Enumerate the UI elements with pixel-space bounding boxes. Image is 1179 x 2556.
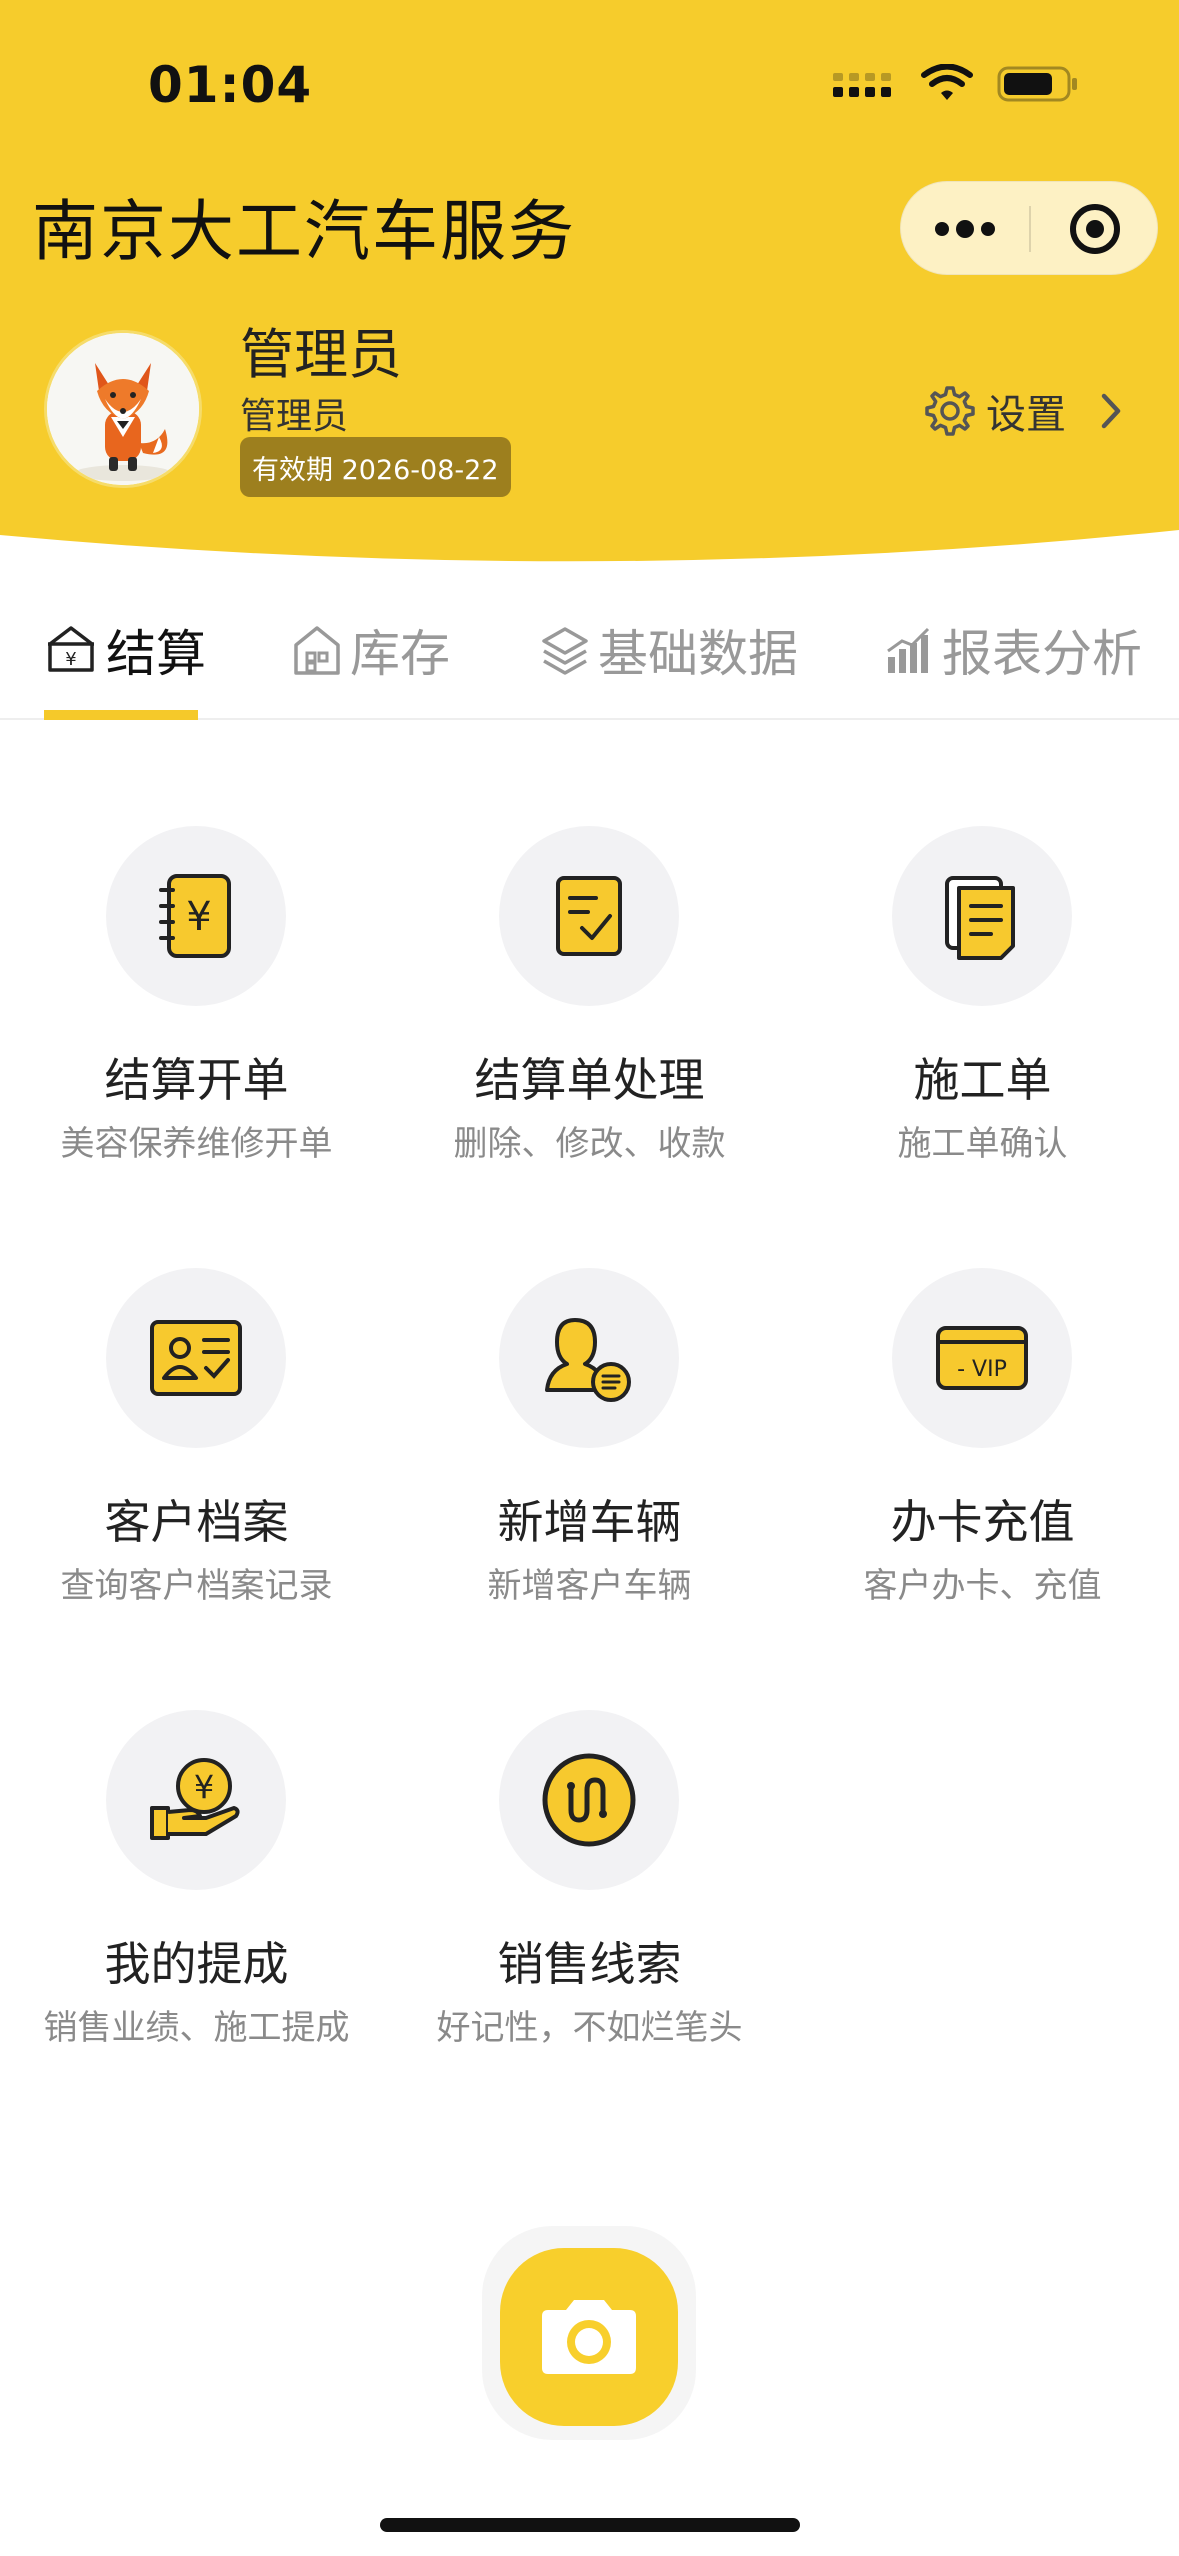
menu-subtitle: 好记性，不如烂笔头 bbox=[436, 2008, 743, 2048]
user-name: 管理员 bbox=[240, 323, 402, 386]
menu-subtitle: 美容保养维修开单 bbox=[60, 1124, 333, 1164]
route-icon bbox=[542, 1753, 636, 1847]
mini-program-capsule bbox=[900, 181, 1158, 275]
wifi-icon bbox=[921, 64, 973, 100]
menu-subtitle: 新增客户车辆 bbox=[487, 1566, 692, 1606]
menu-icon-circle bbox=[892, 826, 1072, 1006]
menu-title: 我的提成 bbox=[104, 1937, 289, 1991]
yen-notebook-icon: ¥ bbox=[159, 874, 231, 958]
menu-item-add-vehicle[interactable]: 新增车辆 新增客户车辆 bbox=[393, 1268, 786, 1648]
svg-text:¥: ¥ bbox=[194, 1768, 214, 1806]
camera-icon bbox=[542, 2300, 636, 2374]
svg-text:¥: ¥ bbox=[65, 649, 76, 670]
menu-subtitle: 销售业绩、施工提成 bbox=[43, 2008, 350, 2048]
menu-title: 结算单处理 bbox=[474, 1053, 705, 1107]
menu-subtitle: 施工单确认 bbox=[897, 1124, 1068, 1164]
menu-icon-circle: ¥ bbox=[106, 826, 286, 1006]
tab-settlement[interactable]: ¥ 结算 bbox=[44, 600, 206, 700]
menu-title: 销售线索 bbox=[497, 1937, 682, 1991]
tab-bar: ¥ 结算 库存 基础数据 报表分析 bbox=[0, 570, 1179, 720]
settings-label: 设置 bbox=[986, 392, 1066, 438]
menu-title: 结算开单 bbox=[104, 1053, 289, 1107]
menu-item-sales-leads[interactable]: 销售线索 好记性，不如烂笔头 bbox=[393, 1710, 786, 2090]
cashier-icon: ¥ bbox=[48, 626, 94, 672]
menu-item-my-commission[interactable]: ¥ 我的提成 销售业绩、施工提成 bbox=[0, 1710, 393, 2090]
menu-item-customer-records[interactable]: 客户档案 查询客户档案记录 bbox=[0, 1268, 393, 1648]
camera-button[interactable] bbox=[500, 2248, 678, 2426]
chevron-right-icon bbox=[1101, 393, 1121, 429]
avatar[interactable] bbox=[44, 330, 202, 488]
bar-chart-icon bbox=[887, 627, 930, 673]
menu-icon-circle bbox=[499, 1710, 679, 1890]
status-icons bbox=[831, 64, 1079, 104]
tab-label: 报表分析 bbox=[942, 625, 1142, 683]
checklist-icon bbox=[556, 876, 622, 956]
fox-avatar-icon bbox=[47, 333, 199, 485]
menu-subtitle: 客户办卡、充值 bbox=[863, 1566, 1102, 1606]
menu-title: 新增车辆 bbox=[497, 1495, 682, 1549]
id-card-icon bbox=[150, 1320, 242, 1396]
page-title: 南京大工汽车服务 bbox=[32, 193, 576, 270]
menu-title: 施工单 bbox=[913, 1053, 1052, 1107]
capsule-close-button[interactable] bbox=[1031, 182, 1159, 276]
tab-label: 库存 bbox=[350, 625, 450, 683]
menu-icon-circle bbox=[499, 1268, 679, 1448]
layers-icon bbox=[542, 627, 588, 675]
validity-badge: 有效期 2026-08-22 bbox=[240, 437, 511, 497]
menu-subtitle: 删除、修改、收款 bbox=[453, 1124, 726, 1164]
tab-base-data[interactable]: 基础数据 bbox=[540, 600, 798, 700]
menu-icon-circle: - VIP bbox=[892, 1268, 1072, 1448]
menu-item-settlement-processing[interactable]: 结算单处理 删除、修改、收款 bbox=[393, 826, 786, 1206]
menu-item-work-order[interactable]: 施工单 施工单确认 bbox=[786, 826, 1179, 1206]
active-tab-indicator bbox=[44, 710, 198, 720]
more-dots-icon bbox=[935, 220, 995, 238]
gear-icon bbox=[925, 386, 975, 436]
hand-coin-icon: ¥ bbox=[150, 1758, 240, 1840]
signal-icon bbox=[833, 73, 891, 97]
capsule-more-button[interactable] bbox=[901, 182, 1029, 276]
app-screen: 01:04 南京大工汽车服务 管理员 管理员 有效期 2026-08-22 设置… bbox=[0, 0, 1179, 2556]
svg-text:- VIP: - VIP bbox=[957, 1357, 1007, 1382]
svg-text:¥: ¥ bbox=[186, 894, 211, 940]
menu-subtitle: 查询客户档案记录 bbox=[60, 1566, 333, 1606]
menu-icon-circle: ¥ bbox=[106, 1710, 286, 1890]
target-icon bbox=[1070, 204, 1120, 254]
battery-icon bbox=[997, 66, 1077, 102]
tab-label: 基础数据 bbox=[598, 625, 798, 683]
warehouse-icon bbox=[294, 626, 340, 675]
documents-icon bbox=[945, 876, 1015, 960]
user-add-icon bbox=[545, 1318, 631, 1402]
header: 01:04 南京大工汽车服务 管理员 管理员 有效期 2026-08-22 设置 bbox=[0, 0, 1179, 570]
menu-item-card-recharge[interactable]: - VIP 办卡充值 客户办卡、充值 bbox=[786, 1268, 1179, 1648]
menu-title: 办卡充值 bbox=[890, 1495, 1075, 1549]
menu-title: 客户档案 bbox=[104, 1495, 289, 1549]
settings-button[interactable]: 设置 bbox=[922, 382, 1130, 440]
menu-item-settlement-order[interactable]: ¥ 结算开单 美容保养维修开单 bbox=[0, 826, 393, 1206]
vip-card-icon: - VIP bbox=[936, 1326, 1028, 1390]
home-indicator bbox=[380, 2518, 800, 2532]
tab-inventory[interactable]: 库存 bbox=[292, 600, 450, 700]
tab-reports[interactable]: 报表分析 bbox=[884, 600, 1142, 700]
status-time: 01:04 bbox=[148, 56, 313, 114]
user-role: 管理员 bbox=[240, 396, 349, 437]
tab-label: 结算 bbox=[106, 625, 206, 683]
menu-icon-circle bbox=[106, 1268, 286, 1448]
menu-icon-circle bbox=[499, 826, 679, 1006]
